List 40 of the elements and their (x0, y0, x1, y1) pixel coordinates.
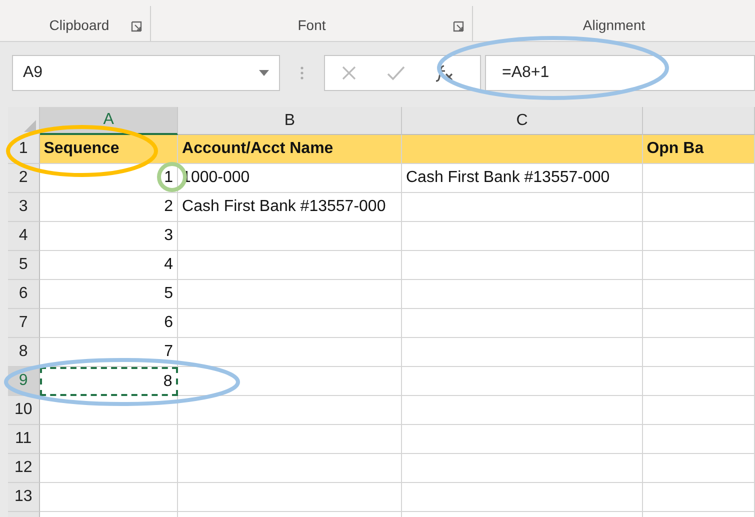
row-header[interactable]: 4 (8, 222, 40, 251)
table-cell: 4 (40, 251, 178, 280)
table-cell: 1000-000 (178, 164, 402, 193)
row-header[interactable]: 13 (8, 483, 40, 512)
cancel-icon[interactable] (341, 65, 357, 81)
row-header[interactable]: 3 (8, 193, 40, 222)
select-all-icon[interactable] (24, 120, 36, 132)
table-cell: 8 (40, 367, 178, 396)
column-header[interactable]: C (402, 107, 643, 135)
column-header[interactable] (642, 107, 755, 135)
ribbon-group-label: Alignment (582, 17, 646, 33)
enter-check-icon[interactable] (387, 65, 405, 81)
row-header[interactable]: 10 (8, 396, 40, 425)
row-header[interactable]: 8 (8, 338, 40, 367)
table-cell: 6 (40, 309, 178, 338)
function-icon[interactable] (435, 64, 455, 82)
table-cell: Account/Acct Name (178, 135, 402, 164)
dropdown-caret-icon[interactable] (259, 70, 269, 76)
table-cell: Cash First Bank #13557-000 (178, 193, 402, 222)
table-cell: Cash First Bank #13557-000 (402, 164, 643, 193)
column-header[interactable]: A (40, 107, 178, 135)
table-cell: 5 (40, 280, 178, 309)
row-header[interactable]: 5 (8, 251, 40, 280)
row-header[interactable]: 7 (8, 309, 40, 338)
dialog-launcher-icon[interactable] (453, 21, 464, 32)
grip-icon (300, 65, 304, 81)
ribbon-group-label: Clipboard (49, 17, 110, 33)
ribbon-group-label: Font (298, 17, 326, 33)
table-cell: 2 (40, 193, 178, 222)
row-header[interactable]: 2 (8, 164, 40, 193)
row-header[interactable]: 11 (8, 425, 40, 454)
row-header[interactable]: 12 (8, 454, 40, 483)
table-cell: Opn Ba (642, 135, 755, 164)
column-header[interactable]: B (178, 107, 402, 135)
table-cell: 3 (40, 222, 178, 251)
row-header[interactable]: 6 (8, 280, 40, 309)
name-box[interactable]: A9 (12, 55, 280, 91)
table-cell: Sequence (40, 135, 178, 164)
formula-input[interactable]: =A8+1 (485, 55, 755, 91)
dialog-launcher-icon[interactable] (131, 21, 142, 32)
